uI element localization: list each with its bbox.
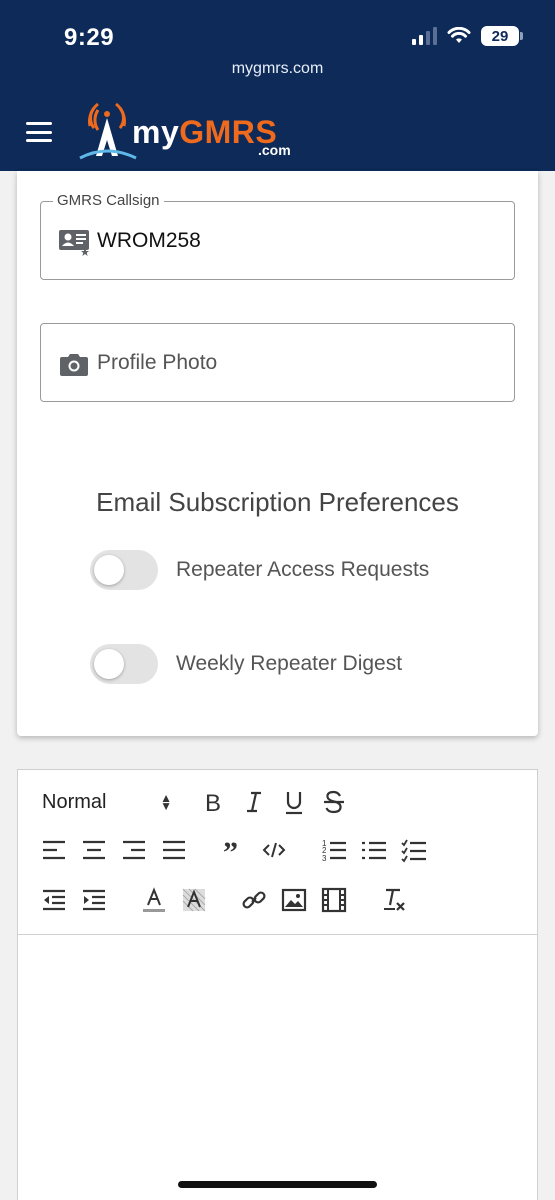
- profile-photo-field[interactable]: Profile Photo: [40, 323, 515, 402]
- status-time: 9:29: [64, 24, 115, 51]
- id-card-icon: [59, 230, 89, 256]
- pref-label-access-requests: Repeater Access Requests: [176, 558, 430, 581]
- strikethrough-icon[interactable]: [320, 788, 348, 816]
- bullet-list-icon[interactable]: [360, 836, 388, 864]
- select-arrows-icon: ▲ ▼: [160, 791, 172, 813]
- checklist-icon[interactable]: [400, 836, 428, 864]
- callsign-field[interactable]: GMRS Callsign WROM258: [40, 192, 515, 280]
- align-right-icon[interactable]: [120, 836, 148, 864]
- logo-com: .com: [258, 142, 291, 158]
- bold-icon[interactable]: B: [200, 788, 228, 816]
- status-icons: 29: [412, 26, 523, 46]
- top-bar: 9:29 29 mygmrs.com myGMRS .com: [0, 0, 555, 171]
- camera-icon: [60, 354, 88, 376]
- editor-content[interactable]: [18, 936, 537, 1200]
- logo-my: my: [132, 114, 180, 150]
- ordered-list-icon[interactable]: 123: [320, 836, 348, 864]
- wifi-icon: [447, 27, 471, 43]
- format-select[interactable]: Normal ▲ ▼: [42, 788, 172, 816]
- outdent-icon[interactable]: [40, 886, 68, 914]
- text-color-icon[interactable]: [140, 886, 168, 914]
- format-select-value: Normal: [42, 790, 107, 813]
- underline-icon[interactable]: [280, 788, 308, 816]
- svg-text:”: ”: [223, 837, 238, 863]
- callsign-value: WROM258: [97, 229, 201, 252]
- menu-icon[interactable]: [26, 122, 52, 142]
- logo-wordmark: myGMRS: [132, 114, 277, 151]
- battery-indicator: 29: [481, 26, 523, 46]
- browser-url[interactable]: mygmrs.com: [0, 60, 555, 78]
- code-block-icon[interactable]: [260, 836, 288, 864]
- pref-row-access-requests: Repeater Access Requests: [90, 549, 429, 591]
- clear-format-icon[interactable]: [380, 886, 408, 914]
- home-indicator[interactable]: [178, 1181, 377, 1188]
- pref-label-weekly-digest: Weekly Repeater Digest: [176, 652, 403, 675]
- toggle-weekly-repeater-digest[interactable]: [90, 644, 158, 684]
- link-icon[interactable]: [240, 886, 268, 914]
- profile-photo-placeholder: Profile Photo: [97, 351, 218, 374]
- image-icon[interactable]: [280, 886, 308, 914]
- rich-text-editor: Normal ▲ ▼ B ” 1 2 3: [17, 769, 538, 1200]
- italic-icon[interactable]: [240, 788, 268, 816]
- editor-toolbar: Normal ▲ ▼ B ” 1 2 3: [18, 770, 537, 935]
- align-center-icon[interactable]: [80, 836, 108, 864]
- profile-card: GMRS Callsign WROM258 Profile Photo Emai…: [17, 171, 538, 736]
- cellular-signal-icon: [412, 27, 437, 45]
- pref-row-weekly-digest: Weekly Repeater Digest: [90, 643, 402, 685]
- align-justify-icon[interactable]: [160, 836, 188, 864]
- svg-text:3: 3: [322, 854, 327, 863]
- video-icon[interactable]: [320, 886, 348, 914]
- callsign-label: GMRS Callsign: [53, 192, 164, 209]
- site-logo[interactable]: myGMRS .com: [76, 100, 306, 162]
- email-prefs-title: Email Subscription Preferences: [96, 487, 459, 517]
- background-color-icon[interactable]: [180, 886, 208, 914]
- toggle-repeater-access-requests[interactable]: [90, 550, 158, 590]
- svg-text:B: B: [205, 790, 221, 815]
- align-left-icon[interactable]: [40, 836, 68, 864]
- indent-icon[interactable]: [80, 886, 108, 914]
- blockquote-icon[interactable]: ”: [220, 836, 248, 864]
